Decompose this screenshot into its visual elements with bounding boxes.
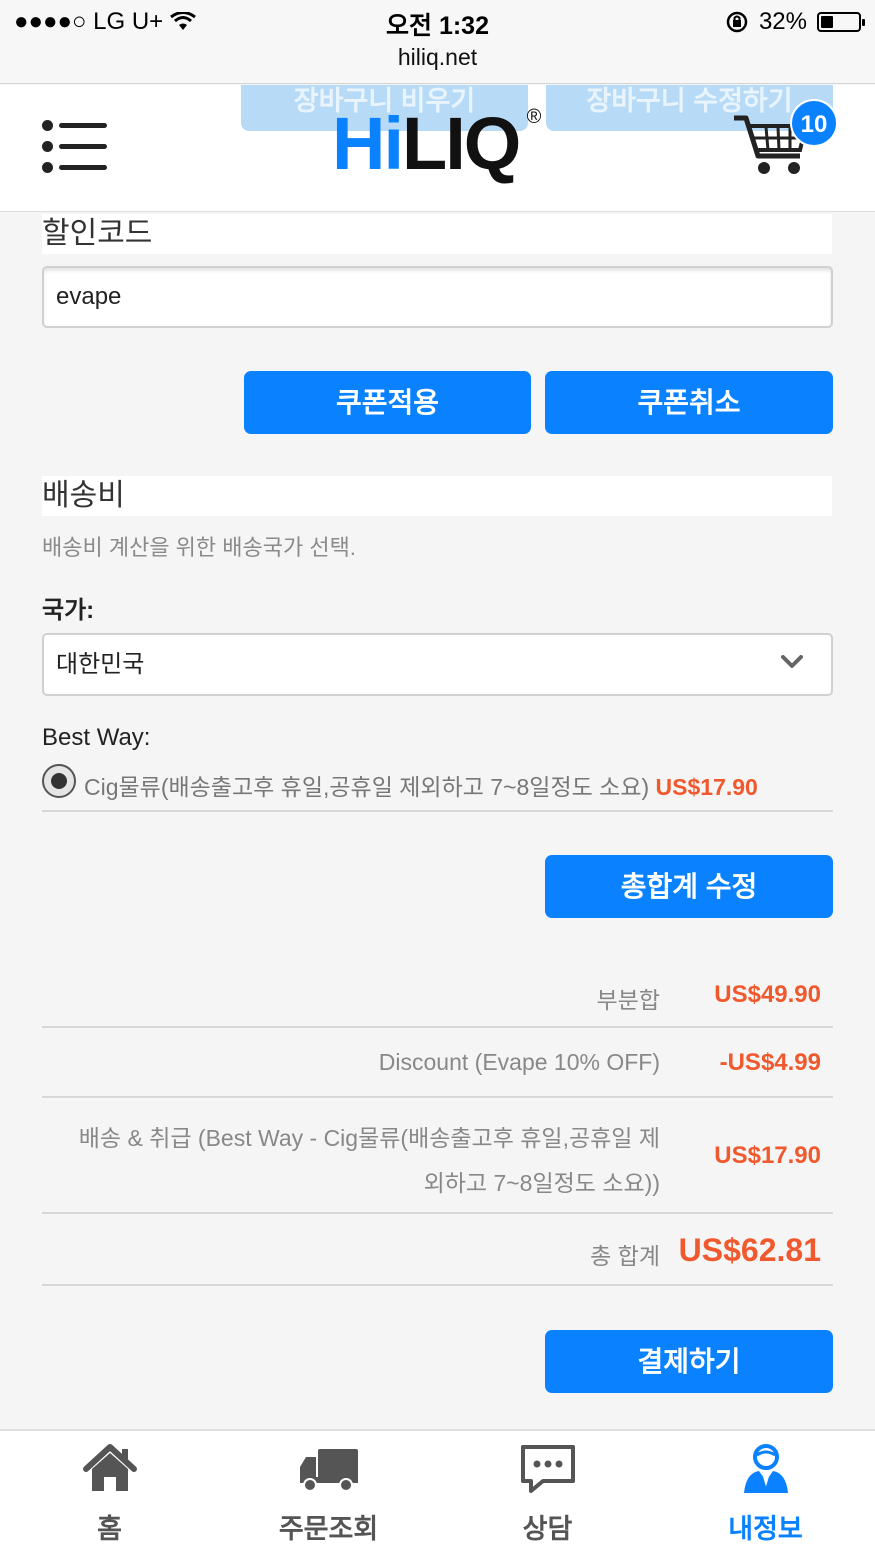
tab-chat-label: 상담 <box>522 1514 573 1544</box>
discount-label: Discount (Evape 10% OFF) <box>378 1049 660 1075</box>
shipping-option-radio[interactable] <box>42 764 76 798</box>
home-icon <box>82 1444 137 1491</box>
total-label: 총 합계 <box>590 1243 660 1269</box>
shipping-title: 배송비 <box>42 476 832 516</box>
tab-home-label: 홈 <box>97 1514 122 1544</box>
shipping-fee-value: US$17.90 <box>714 1142 821 1169</box>
url-label[interactable]: hiliq.net <box>0 44 875 71</box>
shipping-method-label: Best Way: <box>42 724 151 751</box>
chevron-down-icon <box>781 655 803 668</box>
update-total-button[interactable]: 총합계 수정 <box>545 855 833 918</box>
tab-my-info-label: 내정보 <box>728 1514 803 1544</box>
logo-registered: ® <box>526 106 542 128</box>
shipping-fee-label-line2: 외하고 7~8일정도 소요)) <box>423 1170 660 1196</box>
country-value: 대한민국 <box>56 651 145 678</box>
shipping-option-price: US$17.90 <box>655 774 758 800</box>
orientation-lock-icon <box>726 11 748 33</box>
battery-icon <box>817 12 865 32</box>
tab-chat[interactable]: 상담 <box>438 1431 657 1556</box>
discount-value: -US$4.99 <box>719 1049 821 1076</box>
divider <box>42 810 833 812</box>
cart-count-badge: 10 <box>790 99 838 147</box>
bottom-tab-bar: 홈 주문조회 상담 내정보 <box>0 1429 875 1556</box>
shipping-hint: 배송비 계산을 위한 배송국가 선택. <box>42 535 356 560</box>
status-bar: ●●●●○ LG U+ 오전 1:32 hiliq.net 32% <box>0 0 875 84</box>
checkout-button[interactable]: 결제하기 <box>545 1330 833 1393</box>
site-header: 장바구니 비우기 장바구니 수정하기 HiLIQ ® 10 <box>0 85 875 212</box>
shipping-option-text: Cig물류(배송출고후 휴일,공휴일 제외하고 7~8일정도 소요) <box>84 774 650 800</box>
battery-status: 32% <box>725 8 865 36</box>
chat-icon <box>520 1445 575 1493</box>
shipping-option[interactable]: Cig물류(배송출고후 휴일,공휴일 제외하고 7~8일정도 소요) US$17… <box>84 768 758 802</box>
country-label: 국가: <box>42 597 95 624</box>
truck-icon <box>299 1449 358 1492</box>
tab-my-info[interactable]: 내정보 <box>656 1431 875 1556</box>
tab-orders-label: 주문조회 <box>278 1514 379 1544</box>
total-value: US$62.81 <box>678 1232 821 1268</box>
subtotal-label: 부분합 <box>596 987 660 1013</box>
apply-coupon-button[interactable]: 쿠폰적용 <box>244 371 531 434</box>
tab-home[interactable]: 홈 <box>0 1431 219 1556</box>
menu-icon[interactable] <box>42 118 108 178</box>
logo-hi: Hi <box>332 102 404 185</box>
divider <box>42 1096 833 1098</box>
user-icon <box>743 1444 788 1493</box>
tab-orders[interactable]: 주문조회 <box>219 1431 438 1556</box>
divider <box>42 1212 833 1214</box>
logo-liq: LIQ <box>402 102 521 185</box>
coupon-code-input[interactable]: evape <box>42 266 833 328</box>
cancel-coupon-button[interactable]: 쿠폰취소 <box>545 371 833 434</box>
hiliq-logo[interactable]: HiLIQ ® <box>332 107 541 181</box>
subtotal-value: US$49.90 <box>714 981 821 1008</box>
divider <box>42 1026 833 1028</box>
shipping-fee-label-line1: 배송 & 취급 (Best Way - Cig물류(배송출고후 휴일,공휴일 제 <box>78 1125 660 1151</box>
country-select[interactable]: 대한민국 <box>42 633 833 696</box>
coupon-title: 할인코드 <box>42 214 832 254</box>
battery-percent: 32% <box>758 8 807 35</box>
divider <box>42 1284 833 1286</box>
